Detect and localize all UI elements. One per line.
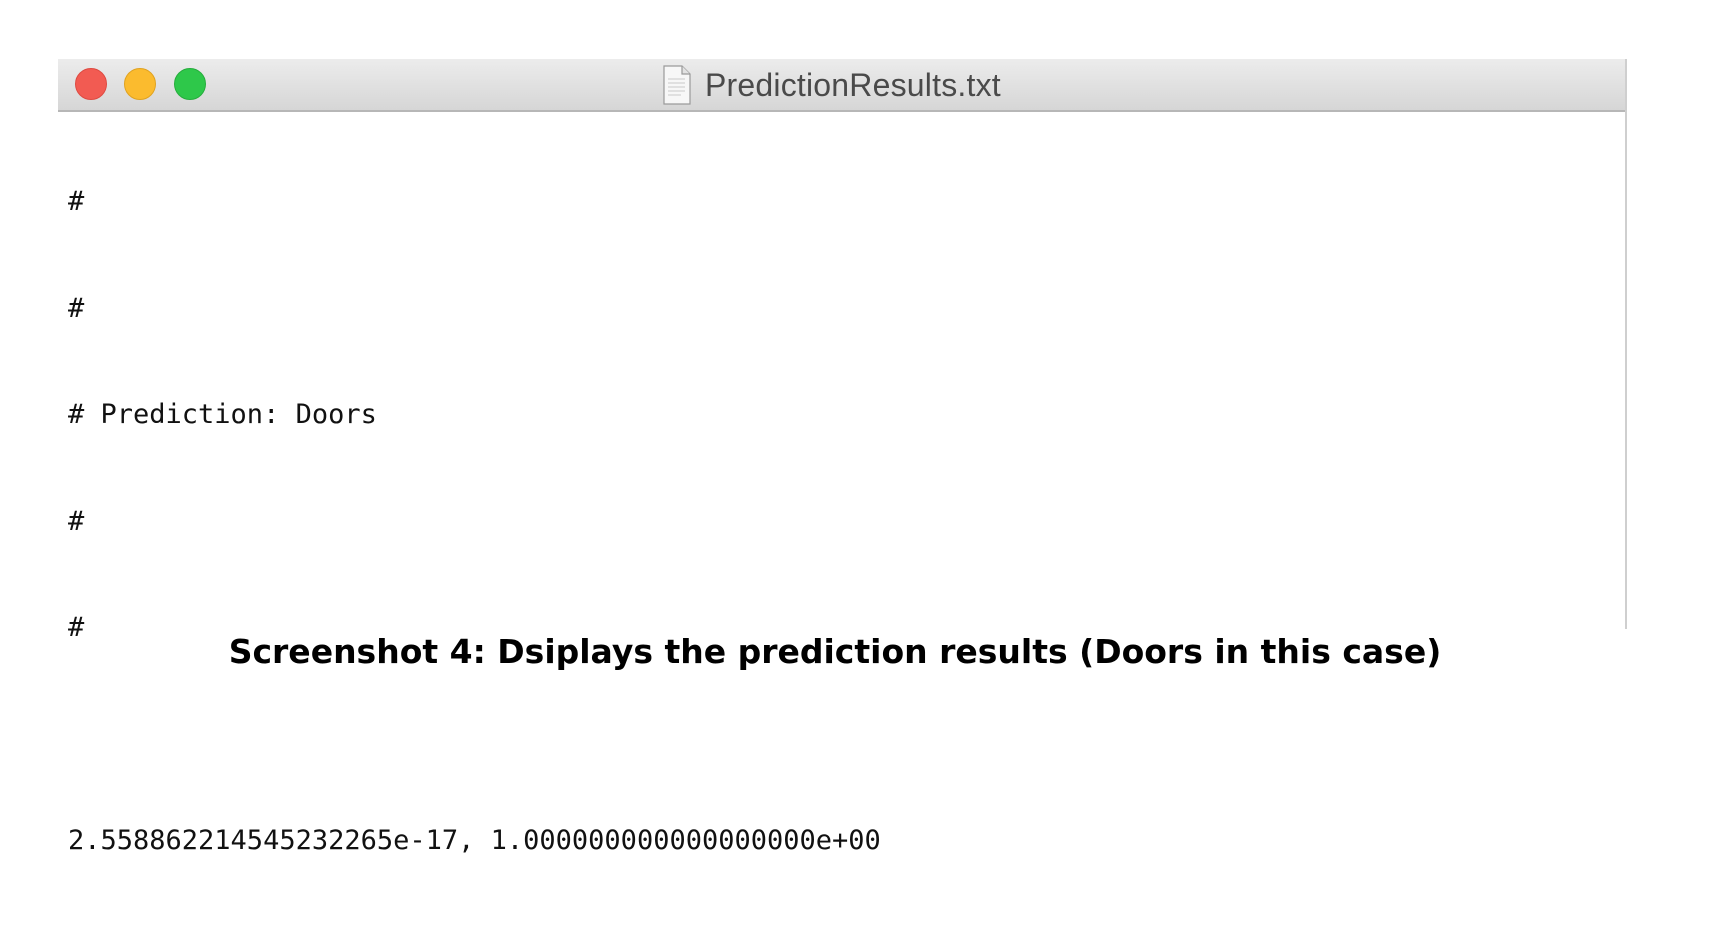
file-line-prediction: # Prediction: Doors bbox=[68, 399, 377, 430]
file-line-blank bbox=[68, 717, 1621, 753]
close-button[interactable] bbox=[75, 68, 107, 100]
text-content-area[interactable]: # # # Prediction: Doors # # 2.5588622145… bbox=[68, 113, 1621, 856]
file-line-values: 2.558862214545232265e-17, 1.000000000000… bbox=[68, 825, 881, 856]
figure-caption: Screenshot 4: Dsiplays the prediction re… bbox=[228, 632, 1442, 671]
maximize-button[interactable] bbox=[174, 68, 206, 100]
window-title-area: PredictionResults.txt bbox=[663, 63, 1001, 107]
file-line: # bbox=[68, 292, 85, 324]
file-line: # bbox=[68, 505, 85, 537]
minimize-button[interactable] bbox=[124, 68, 156, 100]
title-bar[interactable]: PredictionResults.txt bbox=[58, 59, 1627, 112]
window-right-edge bbox=[1625, 59, 1627, 629]
document-icon bbox=[663, 65, 691, 105]
file-line: # bbox=[68, 186, 85, 217]
window-title: PredictionResults.txt bbox=[705, 66, 1001, 103]
text-editor-window: PredictionResults.txt # # # Prediction: … bbox=[58, 59, 1627, 856]
